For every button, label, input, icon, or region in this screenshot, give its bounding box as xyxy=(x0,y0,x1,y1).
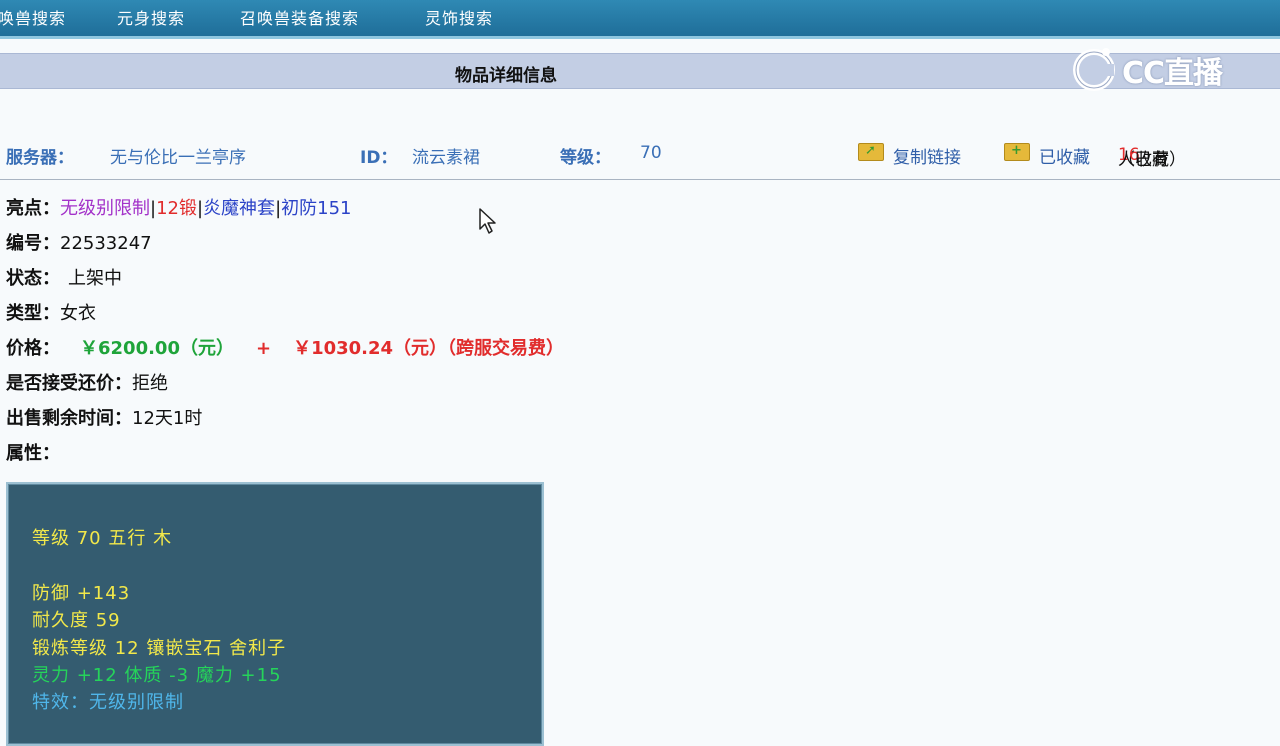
attr-defense: 防御 +143 xyxy=(32,583,131,604)
type-label: 类型： xyxy=(6,303,60,324)
folder-add-icon[interactable]: + xyxy=(1004,143,1030,161)
number-label: 编号： xyxy=(6,233,60,254)
highlights-row: 亮点：无级别限制|12锻|炎魔神套|初防151 xyxy=(6,194,352,220)
nav-item-lingshi-search[interactable]: 灵饰搜索 xyxy=(425,5,493,29)
logo-text: CC直播 xyxy=(1122,56,1223,91)
id-label: ID： xyxy=(360,148,398,168)
info-divider xyxy=(0,179,1280,180)
attr-bonus-stats: 灵力 +12 体质 -3 魔力 +15 xyxy=(32,665,282,686)
attributes-panel: 等级 70 五行 木 防御 +143 耐久度 59 锻炼等级 12 镶嵌宝石 舍… xyxy=(6,482,544,746)
fav-suffix: 人收藏） xyxy=(1118,150,1186,170)
attributes-label: 属性： xyxy=(6,443,60,464)
number-row: 编号：22533247 xyxy=(6,229,152,255)
highlight-tag[interactable]: 初防151 xyxy=(281,198,351,219)
highlights-label: 亮点： xyxy=(6,198,60,219)
nav-item-yuanshen-search[interactable]: 元身搜索 xyxy=(117,5,185,29)
cc-logo-icon xyxy=(1073,48,1115,91)
attr-special-effect: 特效：无级别限制 xyxy=(32,692,184,713)
status-row: 状态： 上架中 xyxy=(6,264,122,290)
id-value: 流云素裙 xyxy=(412,148,480,168)
remaining-time-row: 出售剩余时间：12天1时 xyxy=(6,404,202,430)
highlight-tag[interactable]: 12锻 xyxy=(156,198,197,219)
nav-item-pet-search[interactable]: 唤兽搜索 xyxy=(0,5,66,29)
bargain-label: 是否接受还价： xyxy=(6,373,132,394)
attr-level-element: 等级 70 五行 木 xyxy=(32,528,173,549)
cc-live-logo: CC直播 xyxy=(1070,44,1270,92)
cross-server-fee: ￥1030.24（元）（跨服交易费） xyxy=(293,338,565,359)
price-plus: + xyxy=(255,338,272,359)
number-value: 22533247 xyxy=(60,233,152,254)
folder-share-icon[interactable]: ➚ xyxy=(858,143,884,161)
attr-forge-gem: 锻炼等级 12 镶嵌宝石 舍利子 xyxy=(32,638,287,659)
mouse-cursor-icon xyxy=(479,208,496,234)
highlight-tag[interactable]: 无级别限制 xyxy=(60,198,150,219)
server-value: 无与伦比一兰亭序 xyxy=(110,148,246,168)
level-value: 70 xyxy=(640,143,662,163)
level-label: 等级： xyxy=(560,148,611,168)
top-nav: 唤兽搜索 元身搜索 召唤兽装备搜索 灵饰搜索 xyxy=(0,0,1280,39)
nav-item-pet-equipment-search[interactable]: 召唤兽装备搜索 xyxy=(240,5,359,29)
favorited-button[interactable]: 已收藏 xyxy=(1039,143,1090,168)
attributes-row: 属性： xyxy=(6,439,60,465)
price-row: 价格： ￥6200.00（元） + ￥1030.24（元）（跨服交易费） xyxy=(6,334,564,360)
status-value: 上架中 xyxy=(68,268,122,289)
item-info-row: 服务器： 无与伦比一兰亭序 ID： 流云素裙 等级： 70 ➚ 复制链接 + 已… xyxy=(0,141,1280,171)
page-title: 物品详细信息 xyxy=(455,66,557,86)
type-row: 类型：女衣 xyxy=(6,299,96,325)
attr-durability: 耐久度 59 xyxy=(32,610,121,631)
remaining-time-value: 12天1时 xyxy=(132,408,203,429)
price-label: 价格： xyxy=(6,338,60,359)
copy-link-button[interactable]: 复制链接 xyxy=(893,143,961,168)
status-label: 状态： xyxy=(6,268,60,289)
bargain-value: 拒绝 xyxy=(132,373,168,394)
server-label: 服务器： xyxy=(6,148,74,168)
bargain-row: 是否接受还价：拒绝 xyxy=(6,369,168,395)
highlight-tag[interactable]: 炎魔神套 xyxy=(203,198,275,219)
remaining-time-label: 出售剩余时间： xyxy=(6,408,132,429)
price-value: ￥6200.00（元） xyxy=(80,338,234,359)
type-value: 女衣 xyxy=(60,303,96,324)
